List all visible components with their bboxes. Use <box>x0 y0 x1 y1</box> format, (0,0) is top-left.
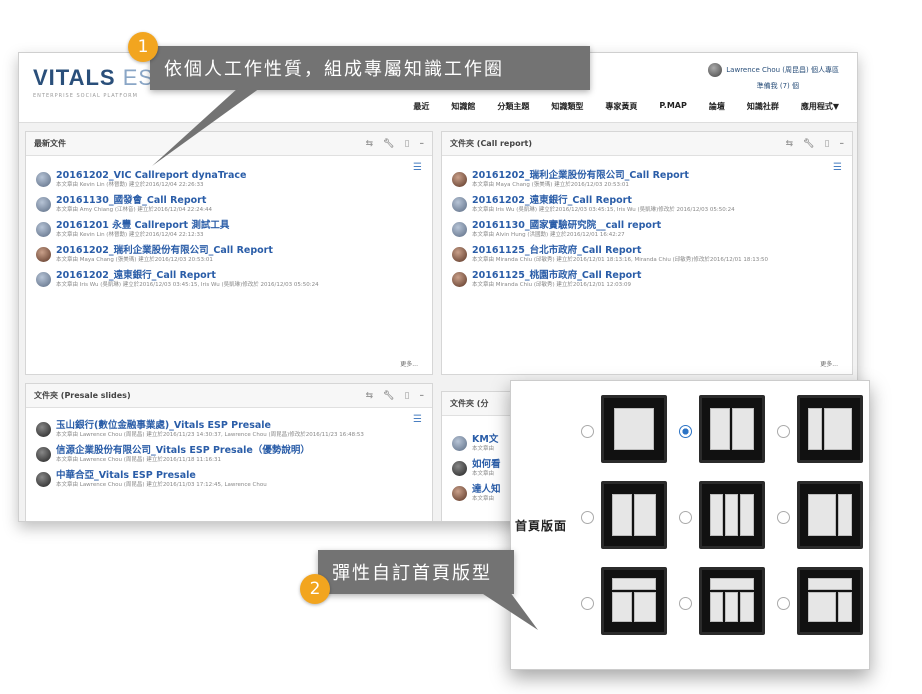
avatar <box>452 461 467 476</box>
logo-tagline: ENTERPRISE SOCIAL PLATFORM <box>33 93 138 99</box>
user-subtext[interactable]: 準備我 (7) 個 <box>708 81 799 91</box>
layout-option-3[interactable] <box>797 395 863 463</box>
list-item[interactable]: 中華合亞_Vitals ESP Presale 本文章由 Lawrence Cho… <box>36 470 422 489</box>
step-badge-2: 2 <box>300 574 330 604</box>
wrench-icon[interactable]: 🔧︎ <box>383 391 394 401</box>
panel-presale-slides: 文件夾 (Presale slides) ⇆ 🔧︎ ▯ – ☰ 玉山銀行(數位金… <box>25 383 433 521</box>
list-item[interactable]: 信源企業股份有限公司_Vitals ESP Presale（優勢說明） 本文章由 … <box>36 445 422 464</box>
list-item[interactable]: 20161125_桃園市政府_Call Report 本文章由 Miranda C… <box>452 270 842 289</box>
list-view-icon[interactable]: ☰ <box>413 162 422 173</box>
nav-recent[interactable]: 最近 <box>413 101 429 112</box>
layout-radio-7[interactable] <box>581 597 594 610</box>
layout-radio-8[interactable] <box>679 597 692 610</box>
nav-pmap[interactable]: P.MAP <box>659 101 686 112</box>
list-item[interactable]: 20161202_VIC Callreport dynaTrace 本文章由 Ke… <box>36 170 422 189</box>
avatar <box>452 486 467 501</box>
list-item[interactable]: 20161202_遠東銀行_Call Report 本文章由 Iris Wu (吳… <box>452 195 842 214</box>
list-view-icon[interactable]: ☰ <box>833 162 842 173</box>
list-view-icon[interactable]: ☰ <box>413 414 422 425</box>
avatar <box>452 436 467 451</box>
layout-option-7[interactable] <box>601 567 667 635</box>
avatar <box>452 197 467 212</box>
avatar <box>452 222 467 237</box>
more-link[interactable]: 更多... <box>400 359 418 368</box>
nav-community[interactable]: 知識社群 <box>747 101 779 112</box>
nav-categories[interactable]: 分類主題 <box>497 101 529 112</box>
user-avatar[interactable] <box>708 63 723 77</box>
collapse-icon[interactable]: ⇆ <box>366 139 374 149</box>
minimize-icon[interactable]: – <box>420 139 425 149</box>
panel-title: 文件夾 (Presale slides) <box>34 391 131 400</box>
callout-banner-1: 依個人工作性質，組成專屬知識工作圈 <box>150 46 590 90</box>
layout-option-9[interactable] <box>797 567 863 635</box>
callout-text-1: 依個人工作性質，組成專屬知識工作圈 <box>164 59 504 80</box>
avatar <box>36 197 51 212</box>
layout-option-8[interactable] <box>699 567 765 635</box>
callout-banner-2: 彈性自訂首頁版型 <box>318 550 514 594</box>
avatar <box>452 247 467 262</box>
avatar <box>452 172 467 187</box>
avatar <box>36 447 51 462</box>
list-item[interactable]: 20161201 永豐 Callreport 測試工具 本文章由 Kevin Li… <box>36 220 422 239</box>
list-item[interactable]: 20161202_瑞利企業股份有限公司_Call Report 本文章由 Maya… <box>452 170 842 189</box>
minimize-icon[interactable]: – <box>840 139 845 149</box>
callout-pointer-1 <box>152 88 260 166</box>
trash-icon[interactable]: ▯ <box>405 391 410 401</box>
nav-knowledge-hall[interactable]: 知識館 <box>451 101 475 112</box>
more-link[interactable]: 更多... <box>820 359 838 368</box>
user-area: Lawrence Chou (周昆昌) 個人專區 準備我 (7) 個 <box>708 63 839 91</box>
nav-knowledge-types[interactable]: 知識類型 <box>551 101 583 112</box>
layout-option-5[interactable] <box>699 481 765 549</box>
layout-radio-3[interactable] <box>777 425 790 438</box>
callout-pointer-2 <box>480 592 538 630</box>
user-name-link[interactable]: Lawrence Chou (周昆昌) 個人專區 <box>726 65 839 75</box>
layout-option-6[interactable] <box>797 481 863 549</box>
layout-option-2[interactable] <box>699 395 765 463</box>
avatar <box>36 172 51 187</box>
nav-forum[interactable]: 論壇 <box>709 101 725 112</box>
avatar <box>36 247 51 262</box>
avatar <box>452 272 467 287</box>
list-item[interactable]: 玉山銀行(數位金融事業處)_Vitals ESP Presale 本文章由 Law… <box>36 420 422 439</box>
list-item[interactable]: 20161130_國家實驗研究院__call report 本文章由 Alvin … <box>452 220 842 239</box>
callout-text-2: 彈性自訂首頁版型 <box>332 563 492 584</box>
nav-apps[interactable]: 應用程式▼ <box>801 101 839 112</box>
list-item[interactable]: 20161202_瑞利企業股份有限公司_Call Report 本文章由 Maya… <box>36 245 422 264</box>
panel-call-report: 文件夾 (Call report) ⇆ 🔧︎ ▯ – ☰ 20161202_瑞利… <box>441 131 853 375</box>
layout-radio-6[interactable] <box>777 511 790 524</box>
layout-radio-1[interactable] <box>581 425 594 438</box>
wrench-icon[interactable]: 🔧︎ <box>803 139 814 149</box>
layout-option-1[interactable] <box>601 395 667 463</box>
collapse-icon[interactable]: ⇆ <box>366 391 374 401</box>
layout-radio-9[interactable] <box>777 597 790 610</box>
collapse-icon[interactable]: ⇆ <box>786 139 794 149</box>
list-item[interactable]: 20161202_遠東銀行_Call Report 本文章由 Iris Wu (吳… <box>36 270 422 289</box>
picker-label: 首頁版面 <box>513 515 570 536</box>
nav-experts[interactable]: 專家黃頁 <box>605 101 637 112</box>
list-item[interactable]: 20161125_台北市政府_Call Report 本文章由 Miranda C… <box>452 245 842 264</box>
avatar <box>36 222 51 237</box>
layout-radio-4[interactable] <box>581 511 594 524</box>
list-item[interactable]: 20161130_國發會_Call Report 本文章由 Amy Chiang … <box>36 195 422 214</box>
layout-radio-5[interactable] <box>679 511 692 524</box>
main-nav: 最近 知識館 分類主題 知識類型 專家黃頁 P.MAP 論壇 知識社群 應用程式… <box>413 101 839 112</box>
trash-icon[interactable]: ▯ <box>825 139 830 149</box>
layout-option-4[interactable] <box>601 481 667 549</box>
minimize-icon[interactable]: – <box>420 391 425 401</box>
avatar <box>36 422 51 437</box>
avatar <box>36 272 51 287</box>
wrench-icon[interactable]: 🔧︎ <box>383 139 394 149</box>
panel-title: 文件夾 (Call report) <box>450 139 532 148</box>
avatar <box>36 472 51 487</box>
trash-icon[interactable]: ▯ <box>405 139 410 149</box>
layout-picker: 首頁版面 <box>510 380 870 670</box>
layout-radio-2[interactable] <box>679 425 692 438</box>
step-badge-1: 1 <box>128 32 158 62</box>
